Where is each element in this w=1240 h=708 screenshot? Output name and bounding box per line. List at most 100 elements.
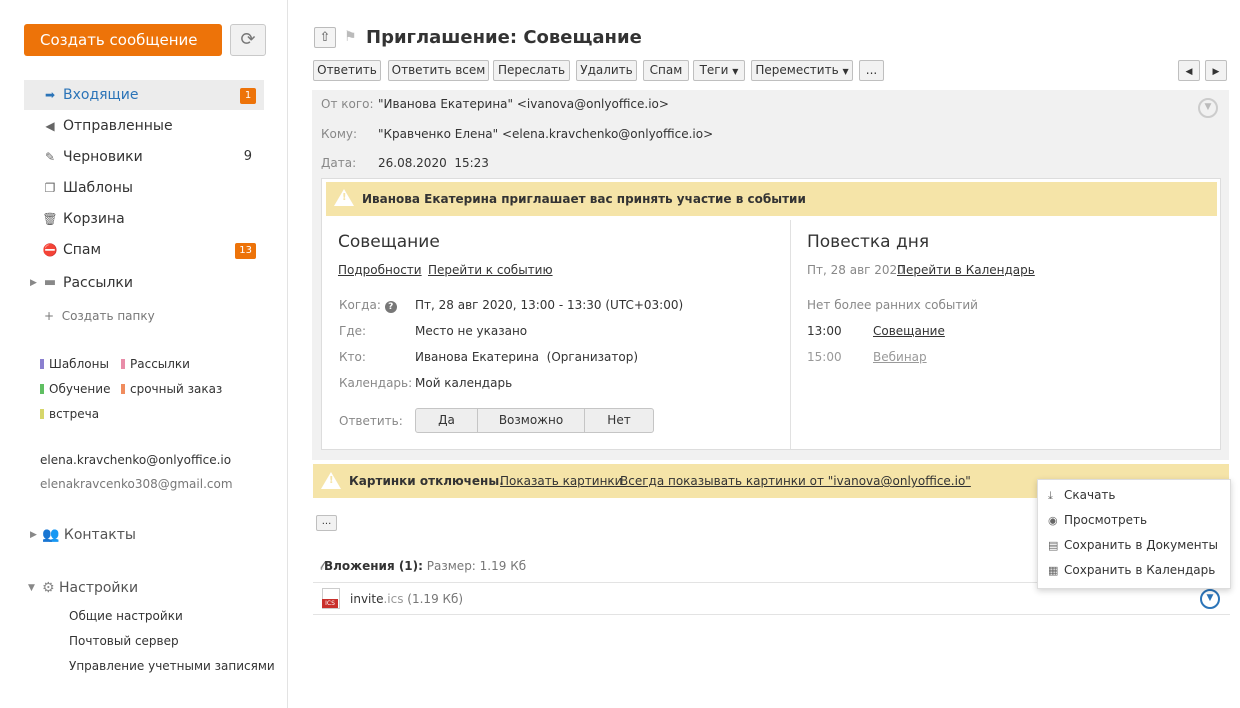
- tag-training[interactable]: Обучение: [40, 382, 110, 396]
- eye-icon: ◉: [1048, 514, 1058, 527]
- show-images-link[interactable]: Показать картинки: [500, 474, 622, 488]
- back-button[interactable]: ⇧: [314, 27, 336, 48]
- folder-label: Входящие: [63, 87, 139, 103]
- tag-urgent-order[interactable]: срочный заказ: [121, 382, 222, 396]
- spam-icon: ⛔: [42, 243, 58, 257]
- from-value[interactable]: "Иванова Екатерина" <ivanova@onlyoffice.…: [378, 97, 669, 111]
- ics-file-badge: ICS: [322, 599, 338, 608]
- arrow-up-icon: ⇧: [319, 30, 331, 45]
- folder-drafts[interactable]: ✎ Черновики 9: [24, 142, 264, 172]
- reply-all-button[interactable]: Ответить всем: [388, 60, 489, 81]
- chevron-left-icon: ◀: [1185, 67, 1193, 77]
- tags-label: Теги: [699, 63, 729, 77]
- details-link[interactable]: Подробности: [338, 263, 422, 277]
- help-icon[interactable]: ?: [384, 301, 397, 313]
- create-folder-link[interactable]: + Создать папку: [44, 309, 155, 323]
- move-button[interactable]: Переместить ▼: [751, 60, 853, 81]
- tag-color-swatch: [121, 359, 125, 369]
- to-value[interactable]: "Кравченко Елена" <elena.kravchenko@only…: [378, 127, 713, 141]
- reply-yes-button[interactable]: Да: [415, 408, 478, 433]
- refresh-icon: ⟳: [240, 29, 256, 50]
- folder-icon: ▬: [43, 275, 57, 290]
- folder-label: Корзина: [63, 211, 125, 227]
- agenda-event-link[interactable]: Совещание: [873, 324, 945, 338]
- show-quoted-button[interactable]: ...: [316, 515, 337, 531]
- settings-general[interactable]: Общие настройки: [69, 609, 183, 623]
- folder-templates[interactable]: ❐ Шаблоны: [24, 173, 264, 203]
- gear-icon: ⚙: [42, 580, 55, 596]
- images-disabled-text: Картинки отключены.: [349, 474, 504, 488]
- drafts-count: 9: [243, 149, 252, 164]
- no-earlier-events: Нет более ранних событий: [807, 298, 978, 312]
- sidebar: Создать сообщение ⟳ ➡ Входящие 1 ◀ Отпра…: [0, 0, 288, 708]
- menu-download[interactable]: ⤓ Скачать: [1048, 488, 1116, 503]
- folder-label: Рассылки: [63, 275, 133, 291]
- event-title: Совещание: [338, 232, 440, 252]
- prev-message-button[interactable]: ◀: [1178, 60, 1200, 81]
- attachment-size: (1.19 Кб): [407, 592, 464, 606]
- tag-label: Обучение: [49, 382, 111, 396]
- create-message-button[interactable]: Создать сообщение: [24, 24, 222, 56]
- message-title: Приглашение: Совещание: [366, 27, 642, 48]
- folder-label: Черновики: [63, 149, 143, 165]
- reply-label: Ответить:: [339, 414, 403, 428]
- account-item[interactable]: elenakravcenko308@gmail.com: [40, 477, 233, 491]
- menu-label: Просмотреть: [1064, 513, 1148, 527]
- where-value: Место не указано: [415, 324, 528, 338]
- plus-icon: +: [44, 309, 55, 323]
- folder-inbox[interactable]: ➡ Входящие 1: [24, 80, 264, 110]
- ics-file-icon: ICS: [322, 588, 340, 609]
- folder-mailings[interactable]: ▬ Рассылки: [24, 268, 264, 298]
- settings-accounts[interactable]: Управление учетными записями: [69, 659, 275, 673]
- menu-save-to-calendar[interactable]: ▦ Сохранить в Календарь: [1048, 563, 1215, 577]
- goto-calendar-link[interactable]: Перейти в Календарь: [897, 263, 1035, 277]
- menu-label: Скачать: [1064, 488, 1116, 502]
- expand-caret-icon[interactable]: ▶: [30, 530, 37, 540]
- people-icon: 👥: [42, 527, 60, 543]
- tag-color-swatch: [40, 409, 44, 419]
- reply-no-button[interactable]: Нет: [584, 408, 654, 433]
- menu-label: Сохранить в Календарь: [1064, 563, 1216, 577]
- create-folder-label: Создать папку: [61, 309, 155, 323]
- menu-preview[interactable]: ◉ Просмотреть: [1048, 513, 1147, 527]
- tag-color-swatch: [40, 384, 44, 394]
- settings-section[interactable]: ⚙ Настройки: [42, 580, 138, 596]
- tags-button[interactable]: Теги ▼: [693, 60, 745, 81]
- calendar-value: Мой календарь: [415, 376, 513, 390]
- folder-trash[interactable]: 🗑 Корзина: [24, 204, 264, 234]
- attachment-ext: .ics: [383, 592, 404, 606]
- folder-sent[interactable]: ◀ Отправленные: [24, 111, 264, 141]
- tag-meeting[interactable]: встреча: [40, 407, 99, 421]
- spam-button[interactable]: Спам: [643, 60, 689, 81]
- folder-spam[interactable]: ⛔ Спам 13: [24, 235, 264, 265]
- settings-mail-server[interactable]: Почтовый сервер: [69, 634, 179, 648]
- tag-templates[interactable]: Шаблоны: [40, 357, 109, 371]
- contacts-section[interactable]: 👥 Контакты: [42, 527, 136, 543]
- where-label: Где:: [339, 324, 367, 338]
- attachment-item[interactable]: invite.ics (1.19 Кб): [350, 592, 463, 606]
- header-expand-icon[interactable]: ▼: [1198, 98, 1218, 118]
- next-message-button[interactable]: ▶: [1205, 60, 1227, 81]
- menu-save-to-documents[interactable]: ▤ Сохранить в Документы: [1048, 538, 1218, 552]
- more-button[interactable]: ...: [859, 60, 884, 81]
- date-label: Дата:: [321, 156, 357, 170]
- reply-icon: ◀: [45, 119, 55, 133]
- agenda-title: Повестка дня: [807, 232, 930, 252]
- tag-color-swatch: [121, 384, 125, 394]
- delete-button[interactable]: Удалить: [576, 60, 637, 81]
- card-divider: [790, 220, 791, 449]
- goto-event-link[interactable]: Перейти к событию: [428, 263, 553, 277]
- flag-icon[interactable]: ⚑: [344, 29, 357, 45]
- tag-mailings[interactable]: Рассылки: [121, 357, 190, 371]
- collapse-caret-icon[interactable]: ▼: [28, 583, 35, 593]
- account-item[interactable]: elena.kravchenko@onlyoffice.io: [40, 453, 231, 467]
- agenda-event-link[interactable]: Вебинар: [873, 350, 927, 364]
- reply-maybe-button[interactable]: Возможно: [477, 408, 585, 433]
- forward-button[interactable]: Переслать: [493, 60, 570, 81]
- attachment-menu-icon[interactable]: ▼: [1200, 589, 1220, 609]
- settings-label: Настройки: [59, 580, 139, 596]
- always-show-images-link[interactable]: Всегда показывать картинки от "ivanova@o…: [620, 474, 971, 488]
- refresh-button[interactable]: ⟳: [230, 24, 266, 56]
- who-label: Кто:: [339, 350, 366, 364]
- reply-button[interactable]: Ответить: [313, 60, 381, 81]
